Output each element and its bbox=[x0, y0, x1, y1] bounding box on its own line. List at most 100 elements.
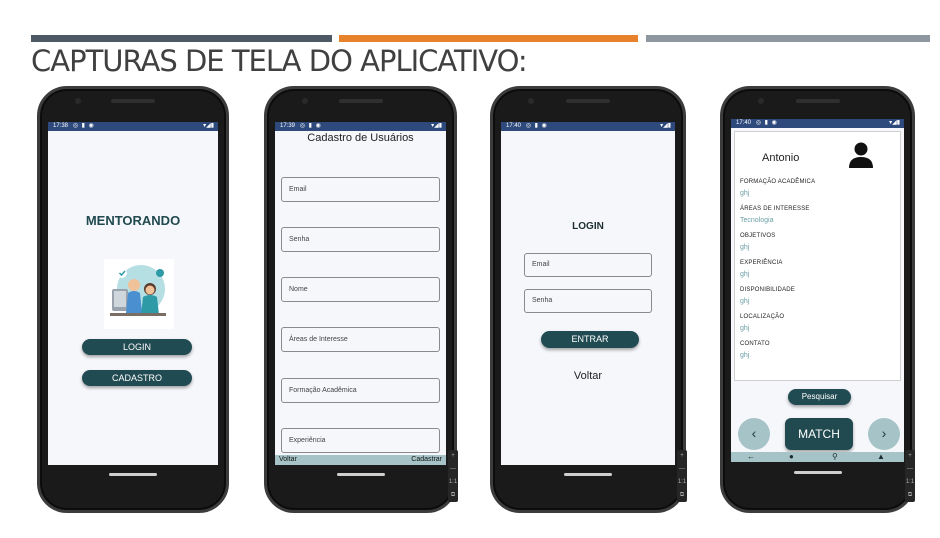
section-label: LOCALIZAÇÃO bbox=[740, 314, 785, 320]
profile-card: Antonio FORMAÇÃO ACADÊMICA ghj ÁREAS DE … bbox=[734, 131, 901, 381]
register-screen: 17:39 ◎ ▮ ◉ ▾◢▮ Cadastro de Usuários Ema… bbox=[275, 122, 446, 465]
speaker-grille bbox=[111, 99, 155, 103]
status-bar: 17:39 ◎ ▮ ◉ ▾◢▮ bbox=[275, 122, 446, 131]
previous-arrow-icon[interactable]: ‹ bbox=[738, 418, 770, 450]
zoom-in-icon[interactable]: + bbox=[448, 450, 458, 463]
home-indicator bbox=[564, 473, 612, 476]
email-field[interactable]: Email bbox=[524, 253, 652, 277]
academic-background-field[interactable]: Formação Acadêmica bbox=[281, 378, 440, 403]
camera-dot bbox=[758, 98, 764, 104]
actual-size-icon[interactable]: 1:1 bbox=[905, 476, 915, 489]
phone-login: 17:40 ◎ ▮ ◉ ▾◢▮ LOGIN Email Senha ENTRAR… bbox=[490, 86, 686, 513]
section-label: EXPERIÊNCIA bbox=[740, 260, 783, 266]
profile-name: Antonio bbox=[762, 152, 800, 164]
profile-screen: 17:40 ◎ ▮ ◉ ▾◢▮ Antonio FORMAÇÃO ACADÊMI… bbox=[731, 119, 904, 462]
register-title: Cadastro de Usuários bbox=[307, 132, 414, 144]
speaker-grille bbox=[338, 99, 383, 103]
section-label: DISPONIBILIDADE bbox=[740, 287, 796, 293]
interest-areas-field[interactable]: Áreas de Interesse bbox=[281, 327, 440, 352]
header-bar-orange bbox=[339, 35, 638, 42]
notification-icons: ◎ ▮ ◉ bbox=[525, 123, 548, 129]
camera-dot bbox=[75, 98, 81, 104]
cadastro-button[interactable]: CADASTRO bbox=[82, 370, 192, 386]
section-label: ÁREAS DE INTERESSE bbox=[740, 206, 810, 212]
phone-register: 17:39 ◎ ▮ ◉ ▾◢▮ Cadastro de Usuários Ema… bbox=[264, 86, 457, 513]
emulator-side-toolbar: + — 1:1 ⧉ bbox=[905, 450, 915, 502]
zoom-in-icon[interactable]: + bbox=[677, 450, 687, 463]
signal-battery-icons: ▾◢▮ bbox=[660, 123, 671, 129]
speaker-grille bbox=[566, 99, 610, 103]
login-title: LOGIN bbox=[572, 221, 604, 232]
search-button[interactable]: Pesquisar bbox=[788, 389, 851, 405]
login-screen: 17:40 ◎ ▮ ◉ ▾◢▮ LOGIN Email Senha ENTRAR… bbox=[501, 122, 675, 465]
actual-size-icon[interactable]: 1:1 bbox=[448, 476, 458, 489]
login-button[interactable]: LOGIN bbox=[82, 339, 192, 355]
status-bar: 17:40 ◎ ▮ ◉ ▾◢▮ bbox=[501, 122, 675, 131]
status-bar: 17:40 ◎ ▮ ◉ ▾◢▮ bbox=[731, 119, 904, 128]
zoom-out-icon[interactable]: — bbox=[448, 463, 458, 476]
status-time: 17:40 bbox=[506, 123, 522, 129]
section-value: ghj bbox=[740, 271, 750, 278]
experience-field[interactable]: Experiência bbox=[281, 428, 440, 453]
section-label: OBJETIVOS bbox=[740, 233, 776, 239]
notification-icons: ◎ ▮ ◉ bbox=[299, 123, 322, 129]
status-bar: 17:38 ◎ ▮ ◉ ▾◢▮ bbox=[48, 122, 218, 131]
camera-dot bbox=[528, 98, 534, 104]
signal-battery-icons: ▾◢▮ bbox=[203, 123, 214, 129]
fit-screen-icon[interactable]: ⧉ bbox=[448, 489, 458, 502]
section-label: CONTATO bbox=[740, 341, 770, 347]
section-value: ghj bbox=[740, 244, 750, 251]
search-person-icon[interactable]: ⚲ bbox=[832, 452, 838, 462]
home-indicator bbox=[793, 471, 842, 474]
profile-icon[interactable]: ● bbox=[789, 452, 794, 462]
signal-battery-icons: ▾◢▮ bbox=[889, 120, 900, 126]
phone-home: 17:38 ◎ ▮ ◉ ▾◢▮ MENTORANDO LOGIN CADASTR… bbox=[37, 86, 229, 513]
email-field[interactable]: Email bbox=[281, 177, 440, 202]
name-field[interactable]: Nome bbox=[281, 277, 440, 302]
back-button[interactable]: Voltar bbox=[279, 455, 297, 465]
home-indicator bbox=[336, 473, 385, 476]
status-time: 17:38 bbox=[53, 123, 69, 129]
section-value: ghj bbox=[740, 190, 750, 197]
next-arrow-icon[interactable]: › bbox=[868, 418, 900, 450]
back-link[interactable]: Voltar bbox=[501, 370, 675, 382]
section-value: ghj bbox=[740, 298, 750, 305]
match-button[interactable]: MATCH bbox=[785, 418, 853, 450]
slide-title: CAPTURAS DE TELA DO APLICATIVO: bbox=[31, 44, 528, 78]
enter-button[interactable]: ENTRAR bbox=[541, 331, 639, 348]
section-label: FORMAÇÃO ACADÊMICA bbox=[740, 179, 816, 185]
section-value: ghj bbox=[740, 325, 750, 332]
status-time: 17:39 bbox=[280, 123, 296, 129]
camera-dot bbox=[302, 98, 308, 104]
section-value: Tecnologia bbox=[740, 217, 774, 224]
person-avatar-icon bbox=[849, 142, 873, 168]
fit-screen-icon[interactable]: ⧉ bbox=[677, 489, 687, 502]
notification-icons: ◎ ▮ ◉ bbox=[755, 120, 778, 126]
back-arrow-icon[interactable]: ← bbox=[747, 452, 755, 462]
bottom-navigation: ← ● ⚲ ▲ bbox=[731, 452, 904, 462]
home-indicator bbox=[109, 473, 157, 476]
register-footer: Voltar Cadastrar bbox=[275, 455, 446, 465]
mentoring-illustration-icon bbox=[104, 259, 174, 329]
app-title: MENTORANDO bbox=[85, 213, 181, 228]
emulator-side-toolbar: + — 1:1 ⧉ bbox=[677, 450, 687, 502]
zoom-out-icon[interactable]: — bbox=[905, 463, 915, 476]
header-bar-lightgray bbox=[646, 35, 930, 42]
speaker-grille bbox=[795, 99, 840, 103]
register-button[interactable]: Cadastrar bbox=[411, 455, 442, 465]
actual-size-icon[interactable]: 1:1 bbox=[677, 476, 687, 489]
zoom-in-icon[interactable]: + bbox=[905, 450, 915, 463]
signal-battery-icons: ▾◢▮ bbox=[431, 123, 442, 129]
password-field[interactable]: Senha bbox=[524, 289, 652, 313]
password-field[interactable]: Senha bbox=[281, 227, 440, 252]
zoom-out-icon[interactable]: — bbox=[677, 463, 687, 476]
phone-profile: 17:40 ◎ ▮ ◉ ▾◢▮ Antonio FORMAÇÃO ACADÊMI… bbox=[720, 86, 915, 513]
emulator-side-toolbar: + — 1:1 ⧉ bbox=[448, 450, 458, 502]
bell-icon[interactable]: ▲ bbox=[877, 452, 885, 462]
header-bar-gray bbox=[31, 35, 332, 42]
notification-icons: ◎ ▮ ◉ bbox=[72, 123, 95, 129]
fit-screen-icon[interactable]: ⧉ bbox=[905, 489, 915, 502]
status-time: 17:40 bbox=[736, 120, 752, 126]
home-screen: 17:38 ◎ ▮ ◉ ▾◢▮ MENTORANDO LOGIN CADASTR… bbox=[48, 122, 218, 465]
section-value: ghj bbox=[740, 352, 750, 359]
